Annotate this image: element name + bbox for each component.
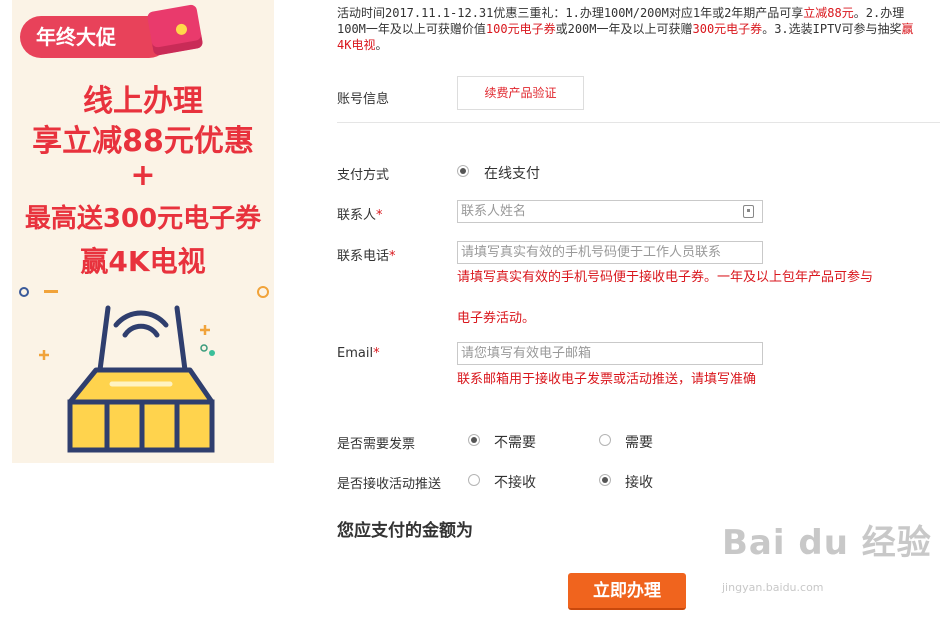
phone-hint-line-2: 电子券活动。 — [457, 311, 536, 326]
contact-name-input[interactable]: 联系人姓名 — [457, 200, 763, 223]
payment-online-label: 在线支付 — [484, 166, 540, 182]
wallet-icon — [146, 3, 204, 57]
promo-push-label: 是否接收活动推送 — [337, 477, 442, 492]
email-placeholder: 请您填写有效电子邮箱 — [461, 346, 592, 361]
router-icon — [19, 286, 269, 453]
phone-input[interactable]: 请填写真实有效的手机号码便于工作人员联系 — [457, 241, 763, 264]
invoice-yes-radio[interactable] — [599, 434, 611, 446]
invoice-no-radio[interactable] — [468, 434, 480, 446]
banner-line-2: 享立减88元优惠 — [32, 124, 254, 159]
invoice-label: 是否需要发票 — [337, 437, 416, 452]
email-hint: 联系邮箱用于接收电子发票或活动推送，请填写准确 — [457, 372, 757, 387]
watermark-main: Bai du 经验 — [722, 523, 932, 563]
payment-label: 支付方式 — [337, 168, 390, 183]
promo-no-radio[interactable] — [468, 474, 480, 486]
promo-no-label: 不接收 — [494, 475, 536, 491]
banner-line-3: + — [130, 158, 156, 193]
invoice-no-label: 不需要 — [494, 435, 536, 451]
promo-banner[interactable]: 年终大促 线上办理 享立减88元优惠 + 最高送300元电子券 赢4K电视 — [12, 0, 274, 463]
promo-yes-radio[interactable] — [599, 474, 611, 486]
banner-line-4: 最高送300元电子券 — [24, 204, 262, 234]
account-label: 账号信息 — [337, 92, 390, 107]
submit-button[interactable]: 立即办理 — [568, 573, 686, 610]
email-label: Email* — [337, 346, 380, 361]
phone-label: 联系电话* — [337, 249, 396, 264]
phone-hint-line-1: 请填写真实有效的手机号码便于接收电子券。一年及以上包年产品可参与 — [457, 270, 874, 285]
banner-line-1: 线上办理 — [83, 84, 203, 119]
payment-online-radio[interactable] — [457, 165, 469, 177]
verify-product-button[interactable]: 续费产品验证 — [457, 76, 584, 110]
invoice-yes-label: 需要 — [625, 435, 653, 451]
email-input[interactable]: 请您填写有效电子邮箱 — [457, 342, 763, 365]
phone-placeholder: 请填写真实有效的手机号码便于工作人员联系 — [461, 245, 722, 260]
promo-info-text: 活动时间2017.11.1-12.31优惠三重礼：1.办理100M/200M对应… — [337, 6, 914, 52]
promo-yes-label: 接收 — [625, 475, 653, 491]
amount-label: 您应支付的金额为 — [337, 521, 473, 541]
baidu-watermark: Bai du 经验 jingyan.baidu.com — [722, 515, 932, 594]
contact-name-placeholder: 联系人姓名 — [461, 204, 527, 219]
watermark-sub: jingyan.baidu.com — [722, 581, 824, 594]
section-divider — [337, 122, 940, 123]
contact-label: 联系人* — [337, 208, 383, 223]
contact-card-icon — [743, 205, 754, 218]
